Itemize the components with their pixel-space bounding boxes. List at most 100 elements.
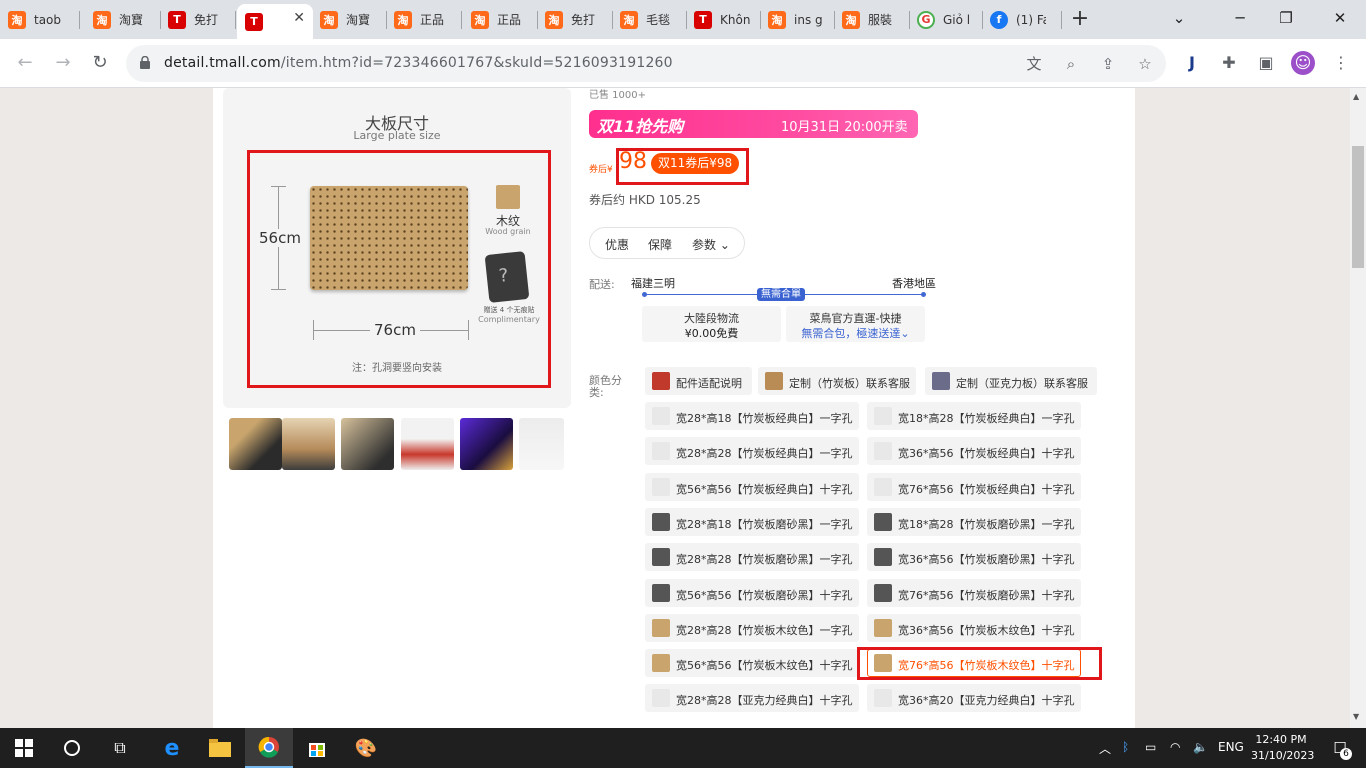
scrollbar-thumb[interactable] <box>1352 146 1364 268</box>
tmall-favicon-icon: T <box>694 10 712 29</box>
thumbnail-5[interactable] <box>460 418 513 470</box>
scroll-down-icon[interactable]: ▼ <box>1353 712 1359 721</box>
close-window-button[interactable]: ✕ <box>1317 0 1363 36</box>
profile-avatar[interactable]: ☺ <box>1291 51 1315 75</box>
sku-thumbnail <box>652 442 670 461</box>
pill-guarantee[interactable]: 保障 <box>648 236 672 253</box>
sku-label: 宽76*高56【竹炭板磨砂黑】十字孔 <box>898 588 1075 602</box>
sku-option[interactable]: 宽76*高56【竹炭板磨砂黑】十字孔 <box>867 578 1081 607</box>
chrome-icon[interactable] <box>245 728 293 768</box>
menu-icon[interactable]: ⋮ <box>1329 51 1353 75</box>
page-viewport: 大板尺寸 Large plate size 56cm 76cm 木纹 Wood … <box>0 88 1350 728</box>
paint-icon[interactable]: 🎨 <box>342 728 390 768</box>
sku-option[interactable]: 宽56*高56【竹炭板磨砂黑】十字孔 <box>645 578 859 607</box>
wifi-icon[interactable]: ◠ <box>1170 740 1180 754</box>
search-button[interactable] <box>48 728 96 768</box>
volume-icon[interactable]: 🔈 <box>1193 740 1208 754</box>
pill-discount[interactable]: 优惠 <box>605 236 629 253</box>
edge-icon[interactable]: e <box>148 728 196 768</box>
sku-option[interactable]: 宽18*高28【竹炭板经典白】一字孔 <box>867 402 1081 430</box>
address-bar[interactable]: detail.tmall.com/item.htm?id=72334660176… <box>126 45 1166 82</box>
sku-option[interactable]: 定制（竹炭板）联系客服 <box>758 367 916 395</box>
shipping-cainiao[interactable]: 菜鳥官方直運-快捷 無需合包，極速送達⌄ <box>786 306 925 342</box>
thumbnail-6[interactable] <box>519 418 564 470</box>
sku-option[interactable]: 宽36*高56【竹炭板经典白】十字孔 <box>867 437 1081 466</box>
sku-option[interactable]: 宽28*高28【竹炭板木纹色】一字孔 <box>645 613 859 642</box>
forward-button[interactable]: → <box>51 51 75 75</box>
battery-icon[interactable]: ▭ <box>1145 740 1156 754</box>
notifications-button[interactable]: ☐ 6 <box>1316 728 1364 768</box>
minimize-button[interactable]: ─ <box>1217 0 1263 36</box>
sku-option[interactable]: 定制（亚克力板）联系客服 <box>925 367 1097 395</box>
language-indicator[interactable]: ENG <box>1218 740 1244 754</box>
browser-tab-7[interactable]: 淘正品 <box>463 4 538 35</box>
browser-tab-10[interactable]: T Khôn <box>686 4 761 35</box>
close-tab-icon[interactable]: ✕ <box>293 10 305 26</box>
side-panel-icon[interactable]: ▣ <box>1254 51 1278 75</box>
browser-tab-11[interactable]: 淘 ins g <box>760 4 835 35</box>
thumbnail-1[interactable] <box>227 416 284 472</box>
taobao-favicon-icon: 淘 <box>768 10 786 29</box>
browser-tab-1[interactable]: 淘 taob <box>0 4 80 35</box>
browser-tab-4[interactable]: T ✕ <box>237 4 313 39</box>
thumbnail-2[interactable] <box>282 418 335 470</box>
sku-option[interactable]: 宽28*高18【竹炭板磨砂黑】一字孔 <box>645 507 859 536</box>
browser-tab-6[interactable]: 淘正品 <box>386 4 462 35</box>
shipping-mainland-fee: ¥0.00免費 <box>684 327 739 340</box>
sku-option[interactable]: 宽18*高28【竹炭板磨砂黑】一字孔 <box>867 507 1081 536</box>
thumbnail-4[interactable] <box>401 418 454 470</box>
translate-icon[interactable]: 文 <box>1024 54 1044 74</box>
extensions-puzzle-icon[interactable]: ✚ <box>1217 51 1241 75</box>
reload-button[interactable]: ↻ <box>88 51 112 75</box>
sku-option[interactable]: 宽28*高28【亚克力经典白】十字孔 <box>645 684 859 713</box>
sku-label: 宽36*高56【竹炭板木纹色】十字孔 <box>898 623 1075 637</box>
route-tag: 無需合單 <box>757 288 805 301</box>
pill-params[interactable]: 参数 ⌄ <box>692 236 730 253</box>
sku-option[interactable]: 宽56*高56【竹炭板经典白】十字孔 <box>645 472 859 501</box>
browser-tab-9[interactable]: 淘毛毯 <box>612 4 687 35</box>
sku-label: 宽36*高20【亚克力经典白】十字孔 <box>898 694 1075 708</box>
ship-to[interactable]: 香港地區 <box>892 275 936 291</box>
page-scrollbar[interactable]: ▲ ▼ <box>1350 88 1366 728</box>
browser-tab-13[interactable]: G Giỏ l <box>909 4 983 35</box>
back-button[interactable]: ← <box>13 51 37 75</box>
sku-thumbnail <box>652 583 670 602</box>
sku-option[interactable]: 宽36*高56【竹炭板木纹色】十字孔 <box>867 613 1081 642</box>
sku-option[interactable]: 宽28*高28【竹炭板经典白】一字孔 <box>645 437 859 466</box>
sku-option[interactable]: 宽76*高56【竹炭板经典白】十字孔 <box>867 472 1081 501</box>
restore-button[interactable]: ❐ <box>1263 0 1309 36</box>
tab-title: 淘寶 <box>346 13 371 27</box>
store-icon[interactable] <box>293 728 341 768</box>
clock-date: 31/10/2023 <box>1251 749 1315 762</box>
sku-option[interactable]: 宽56*高56【竹炭板木纹色】十字孔 <box>645 649 859 678</box>
taobao-favicon-icon: 淘 <box>471 10 489 29</box>
tab-search-icon[interactable]: ⌄ <box>1156 0 1202 36</box>
clock-time: 12:40 PM <box>1255 733 1307 746</box>
browser-tab-5[interactable]: 淘淘寶 <box>312 4 387 35</box>
share-icon[interactable]: ⇪ <box>1098 54 1118 74</box>
sku-option[interactable]: 配件适配说明 <box>645 367 752 395</box>
browser-tab-3[interactable]: T 免打 <box>160 4 236 35</box>
browser-tab-2[interactable]: 淘淘寶 <box>85 4 161 35</box>
sku-option[interactable]: 宽28*高28【竹炭板磨砂黑】一字孔 <box>645 543 859 572</box>
file-explorer-icon[interactable] <box>196 728 244 768</box>
scroll-up-icon[interactable]: ▲ <box>1353 92 1359 101</box>
tray-chevron-icon[interactable]: ︿ <box>1099 740 1111 757</box>
sku-option[interactable]: 宽36*高20【亚克力经典白】十字孔 <box>867 684 1081 713</box>
clock[interactable]: 12:40 PM 31/10/2023 <box>1251 732 1315 764</box>
bookmark-star-icon[interactable]: ☆ <box>1135 54 1155 74</box>
sku-option[interactable]: 宽28*高18【竹炭板经典白】一字孔 <box>645 402 859 430</box>
bluetooth-icon[interactable]: ᛒ <box>1122 740 1129 754</box>
start-button[interactable] <box>0 728 48 768</box>
thumbnail-3[interactable] <box>341 418 394 470</box>
browser-tab-12[interactable]: 淘服裝 <box>834 4 910 35</box>
browser-tab-8[interactable]: 淘免打 <box>537 4 613 35</box>
sku-option[interactable]: 宽36*高56【竹炭板磨砂黑】十字孔 <box>867 543 1081 572</box>
browser-tab-14[interactable]: f (1) Fa <box>982 4 1062 35</box>
extension-j-icon[interactable]: J <box>1180 51 1204 75</box>
zoom-icon[interactable]: ⌕ <box>1061 54 1081 74</box>
taobao-favicon-icon: 淘 <box>394 10 412 29</box>
task-view-icon[interactable]: ⧉ <box>96 728 144 768</box>
new-tab-button[interactable]: + <box>1069 6 1091 32</box>
tab-title: 服裝 <box>868 13 893 27</box>
